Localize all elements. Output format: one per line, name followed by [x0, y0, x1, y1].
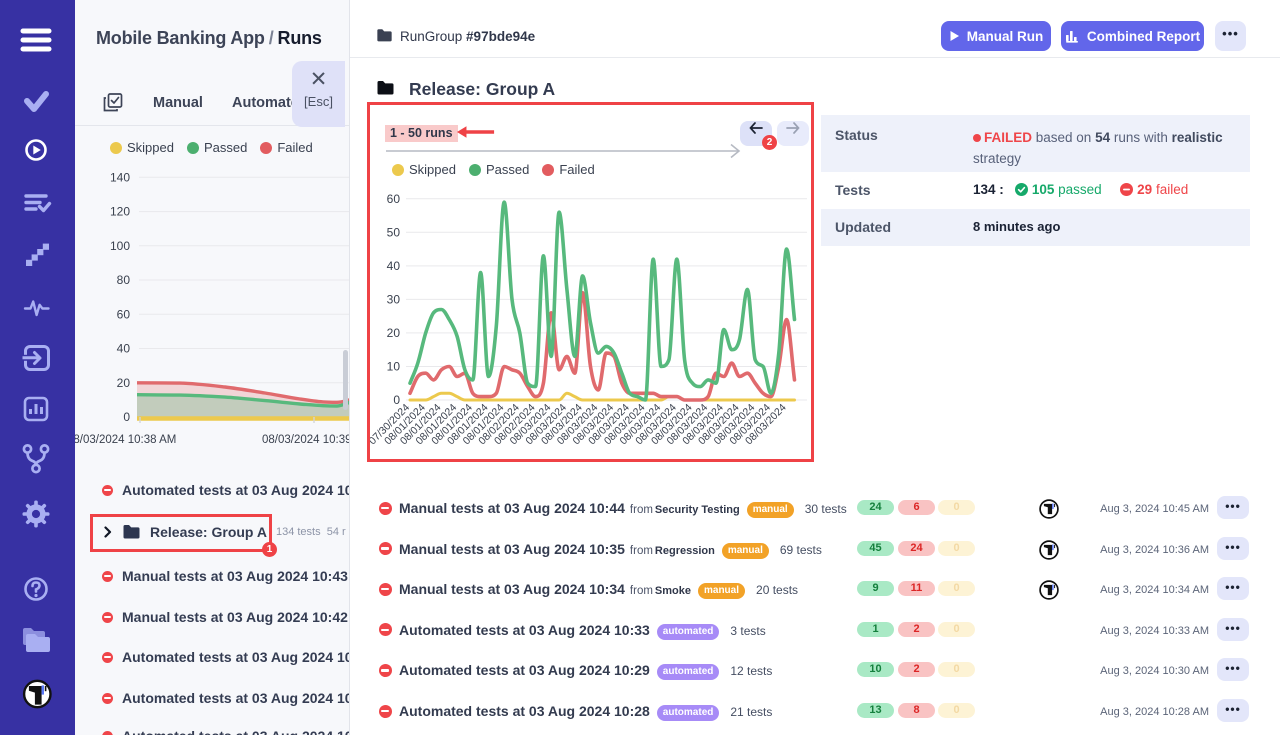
svg-text:10: 10: [387, 360, 401, 374]
svg-text:120: 120: [110, 205, 130, 219]
svg-text:50: 50: [387, 225, 401, 239]
svg-text:20: 20: [387, 326, 401, 340]
svg-text:0: 0: [123, 410, 130, 424]
svg-text:60: 60: [387, 192, 401, 206]
svg-text:80: 80: [117, 273, 131, 287]
svg-text:08/03/2024 10:39 AM: 08/03/2024 10:39 AM: [262, 434, 350, 446]
svg-text:60: 60: [117, 307, 131, 321]
svg-text:30: 30: [387, 292, 401, 306]
svg-text:40: 40: [387, 259, 401, 273]
svg-text:40: 40: [117, 342, 131, 356]
svg-text:100: 100: [110, 239, 130, 253]
svg-text:140: 140: [110, 170, 130, 184]
svg-text:08/03/2024 10:38 AM: 08/03/2024 10:38 AM: [75, 434, 176, 446]
svg-text:20: 20: [117, 376, 131, 390]
